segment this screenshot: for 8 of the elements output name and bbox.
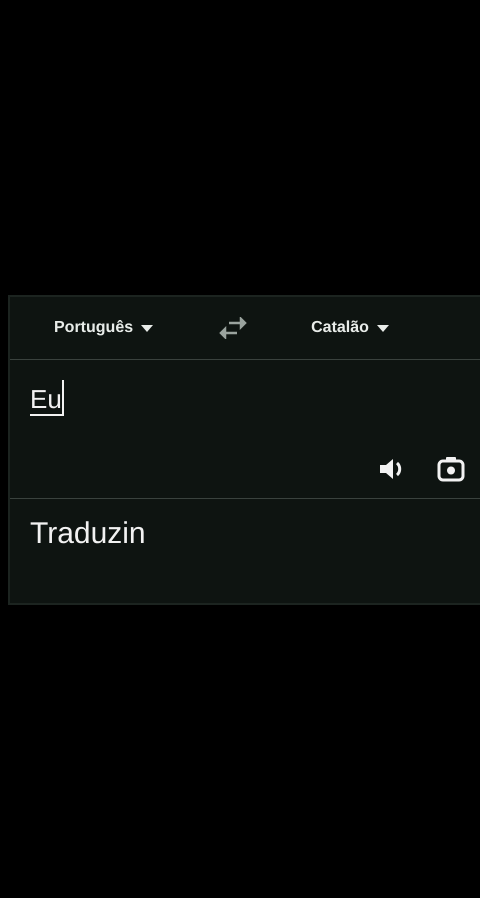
source-language-dropdown[interactable]: Português [50,315,158,341]
input-field[interactable]: Eu [30,380,64,416]
swap-icon[interactable] [219,317,248,339]
camera-icon[interactable] [436,454,466,484]
caret-icon [376,324,389,332]
translation-text: Traduzin [30,517,146,550]
target-language-dropdown[interactable]: Catalão [307,315,393,341]
caret-icon [141,324,154,332]
